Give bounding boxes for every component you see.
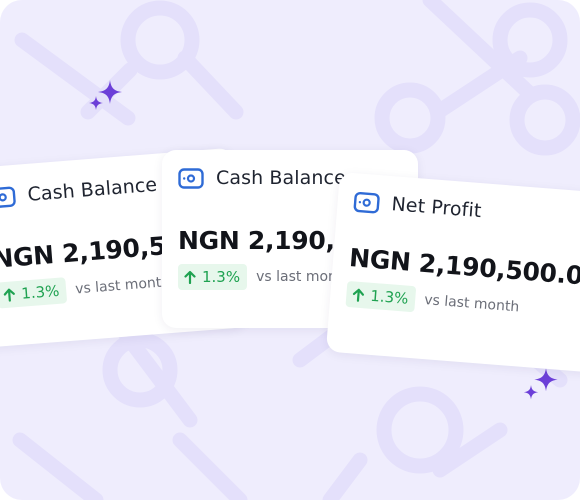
comparison-label: vs last month: [74, 274, 171, 298]
card-header: Net Profit: [353, 190, 482, 222]
change-value: 1.3%: [20, 281, 61, 303]
card-header: Cash Balance: [178, 167, 346, 189]
card-title: Cash Balance: [216, 167, 346, 189]
sparkle-icon: [89, 80, 122, 110]
sparkle-icon: [523, 368, 558, 400]
change-badge: 1.3%: [178, 264, 248, 290]
arrow-up-icon: [184, 270, 196, 284]
comparison-label: vs last month: [423, 292, 520, 316]
change-value: 1.3%: [369, 286, 410, 308]
card-change: 1.3% vs last month: [178, 264, 351, 290]
change-badge: 1.3%: [0, 277, 68, 309]
card-title: Cash Balance: [26, 173, 158, 206]
hero-illustration: Cash Balance NGN 2,190,500.00 1.3% vs la…: [0, 0, 580, 500]
change-badge: 1.3%: [345, 280, 417, 313]
wallet-icon: [353, 191, 380, 213]
metric-card: Net Profit NGN 2,190,500.00 1.3% vs last…: [325, 172, 580, 375]
card-change: 1.3% vs last month: [0, 269, 171, 309]
wallet-icon: [0, 186, 16, 208]
arrow-up-icon: [352, 288, 365, 302]
card-title: Net Profit: [390, 193, 483, 223]
card-change: 1.3% vs last month: [345, 280, 520, 321]
change-value: 1.3%: [202, 268, 241, 286]
card-header: Cash Balance: [0, 174, 158, 209]
wallet-icon: [178, 167, 204, 189]
arrow-up-icon: [3, 288, 15, 302]
